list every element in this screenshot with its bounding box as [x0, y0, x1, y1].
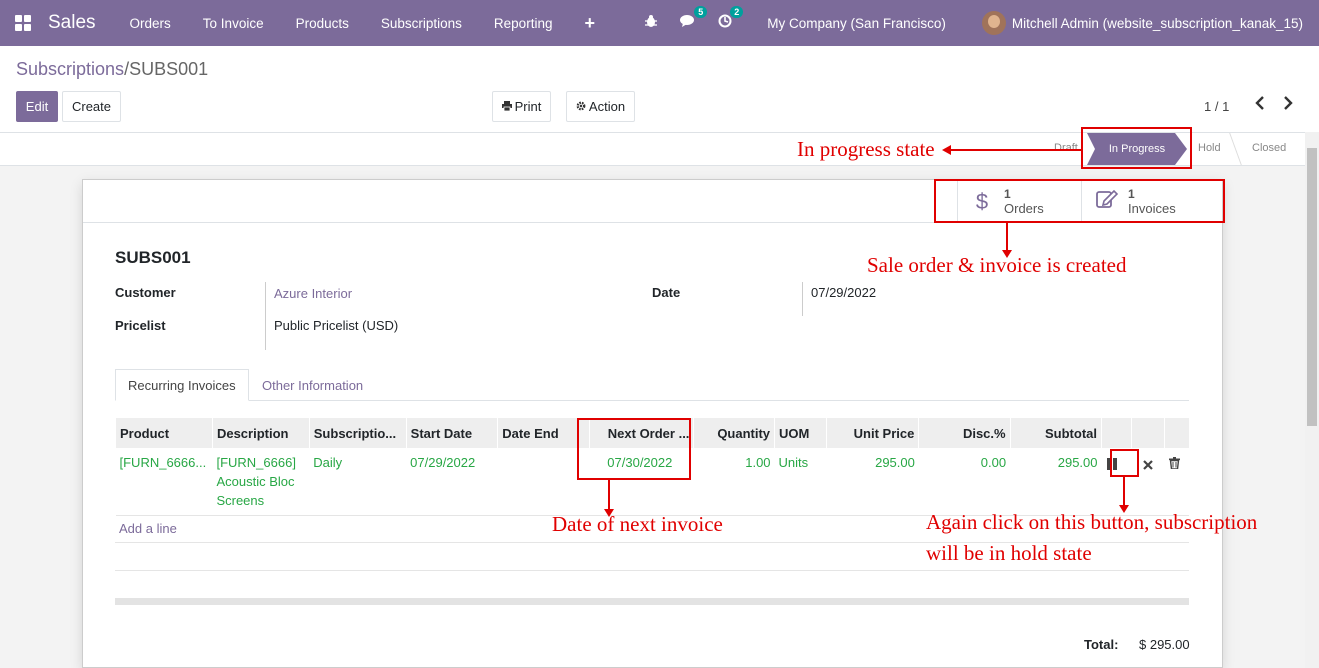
- cell-uom[interactable]: Units: [774, 448, 827, 516]
- column-header[interactable]: Start Date: [405, 418, 498, 448]
- stage-closed[interactable]: Closed: [1252, 142, 1286, 154]
- field-divider: [265, 282, 266, 350]
- breadcrumb-current: SUBS001: [129, 59, 209, 79]
- activity-badge: 2: [730, 6, 744, 18]
- annotation-hold-text-1: Again click on this button, subscription: [926, 510, 1258, 534]
- column-header[interactable]: Date End: [497, 418, 590, 448]
- menu-products[interactable]: Products: [280, 16, 365, 31]
- action-label: Action: [588, 99, 626, 114]
- tab-recurring-invoices[interactable]: Recurring Invoices: [115, 369, 249, 401]
- description-line: Screens: [216, 493, 265, 508]
- column-header-empty: [1130, 418, 1165, 448]
- apps-menu-icon[interactable]: [0, 0, 46, 46]
- cell-product[interactable]: [FURN_6666...: [115, 448, 213, 516]
- pricelist-field[interactable]: Public Pricelist (USD): [274, 318, 398, 333]
- plus-icon[interactable]: +: [568, 13, 611, 34]
- description-line: [FURN_6666]: [216, 455, 296, 470]
- messages-icon[interactable]: 5: [680, 6, 708, 32]
- cell-subtotal[interactable]: 295.00: [1010, 448, 1102, 516]
- column-header[interactable]: Description: [211, 418, 310, 448]
- scrollbar-thumb[interactable]: [1307, 148, 1317, 426]
- total-label: Total:: [1084, 637, 1119, 652]
- create-button[interactable]: Create: [62, 91, 121, 122]
- tab-other-information[interactable]: Other Information: [250, 369, 375, 401]
- top-navbar: Sales Orders To Invoice Products Subscri…: [0, 0, 1319, 46]
- add-line-link[interactable]: Add a line: [119, 521, 177, 536]
- cell-start-date[interactable]: 07/29/2022: [406, 448, 498, 516]
- column-header[interactable]: Unit Price: [825, 418, 919, 448]
- trash-icon: [1168, 457, 1180, 470]
- pricelist-label: Pricelist: [115, 318, 166, 333]
- gear-icon: [576, 99, 586, 114]
- menu-reporting[interactable]: Reporting: [478, 16, 569, 31]
- record-title: SUBS001: [115, 248, 191, 267]
- field-divider: [802, 282, 803, 316]
- annotation-next-invoice-text: Date of next invoice: [552, 512, 723, 536]
- user-menu[interactable]: Mitchell Admin (website_subscription_kan…: [1012, 16, 1303, 31]
- user-avatar[interactable]: [981, 11, 1006, 35]
- stage-hold[interactable]: Hold: [1198, 142, 1221, 154]
- customer-field[interactable]: Azure Interior: [274, 286, 352, 301]
- customer-label: Customer: [115, 285, 176, 300]
- edit-button[interactable]: Edit: [16, 91, 58, 122]
- close-icon: [1143, 460, 1153, 470]
- cell-date-end[interactable]: [497, 448, 590, 516]
- column-header[interactable]: UOM: [774, 418, 827, 448]
- annotation-box-pause: [1110, 449, 1139, 477]
- pager-previous-icon[interactable]: [1255, 96, 1265, 115]
- cell-description[interactable]: [FURN_6666] Acoustic Bloc Screens: [212, 448, 310, 516]
- cell-discount[interactable]: 0.00: [918, 448, 1011, 516]
- date-field[interactable]: 07/29/2022: [811, 285, 876, 300]
- column-header[interactable]: Subtotal: [1009, 418, 1102, 448]
- stage-draft[interactable]: Draft: [1054, 142, 1078, 154]
- messages-badge: 5: [694, 6, 708, 18]
- column-header-empty: [1101, 418, 1132, 448]
- empty-row-divider: [115, 570, 1189, 571]
- vertical-scrollbar[interactable]: [1305, 132, 1319, 668]
- annotation-line: [1006, 223, 1008, 251]
- annotation-state-text: In progress state: [797, 137, 935, 161]
- print-label: Print: [514, 99, 542, 114]
- company-switcher[interactable]: My Company (San Francisco): [767, 16, 946, 31]
- cell-quantity[interactable]: 1.00: [693, 448, 775, 516]
- annotation-arrow: [942, 145, 951, 155]
- action-button[interactable]: Action: [566, 91, 635, 122]
- breadcrumb: Subscriptions/SUBS001: [16, 59, 208, 80]
- annotation-hold-text-2: will be in hold state: [926, 541, 1092, 565]
- print-icon: [501, 99, 512, 114]
- annotation-box-next-order: [577, 418, 691, 480]
- print-button[interactable]: Print: [492, 91, 551, 122]
- column-header[interactable]: Subscriptio...: [308, 418, 407, 448]
- app-name[interactable]: Sales: [48, 12, 96, 34]
- notebook-tabs: Recurring Invoices Other Information: [115, 369, 1189, 401]
- annotation-created-text: Sale order & invoice is created: [867, 253, 1127, 277]
- menu-subscriptions[interactable]: Subscriptions: [365, 16, 478, 31]
- date-label: Date: [652, 285, 681, 300]
- menu-orders[interactable]: Orders: [114, 16, 187, 31]
- annotation-line: [608, 480, 610, 510]
- total-value: $ 295.00: [1139, 637, 1190, 652]
- annotation-box-state: [1081, 127, 1192, 169]
- annotation-line: [1123, 477, 1125, 506]
- annotation-box-smart-buttons: [934, 179, 1225, 223]
- pager-next-icon[interactable]: [1283, 96, 1293, 115]
- cell-subscription[interactable]: Daily: [309, 448, 407, 516]
- delete-button[interactable]: [1164, 448, 1189, 516]
- column-header[interactable]: Product: [115, 418, 213, 448]
- cell-unit-price[interactable]: 295.00: [826, 448, 919, 516]
- menu-to-invoice[interactable]: To Invoice: [187, 16, 280, 31]
- pager-value[interactable]: 1 / 1: [1204, 99, 1229, 114]
- column-header[interactable]: Disc.%: [918, 418, 1011, 448]
- column-header[interactable]: Quantity: [693, 418, 775, 448]
- column-header-empty: [1164, 418, 1189, 448]
- table-footer-bar: [115, 598, 1189, 605]
- description-line: Acoustic Bloc: [216, 474, 295, 489]
- bug-icon[interactable]: [644, 14, 658, 32]
- annotation-line: [951, 149, 1081, 151]
- breadcrumb-parent[interactable]: Subscriptions: [16, 59, 124, 79]
- activity-icon[interactable]: 2: [718, 6, 744, 32]
